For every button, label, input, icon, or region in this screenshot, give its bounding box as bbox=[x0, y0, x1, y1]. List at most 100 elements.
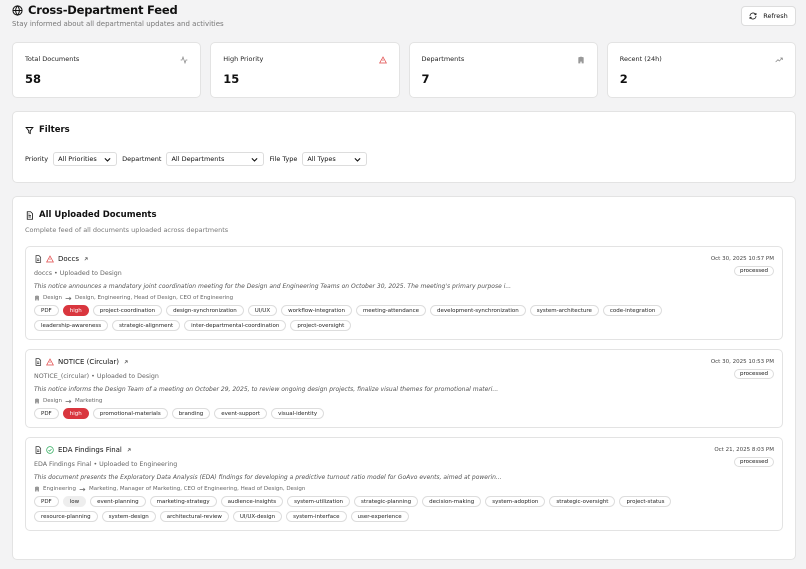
file-icon bbox=[34, 446, 42, 454]
tag: project-coordination bbox=[92, 305, 163, 316]
document-title[interactable]: NOTICE (Circular) bbox=[58, 358, 119, 366]
document-item[interactable]: Doccs doccs • Uploaded to Design This noti… bbox=[25, 246, 783, 340]
documents-card: All Uploaded Documents Complete feed of … bbox=[12, 196, 796, 560]
chevron-down-icon bbox=[103, 155, 112, 164]
filetype-label: File Type bbox=[269, 155, 298, 163]
tag: marketing-strategy bbox=[149, 496, 217, 507]
tag-list: PDF high project-coordination design-synchr… bbox=[34, 305, 734, 331]
activity-icon bbox=[180, 56, 188, 64]
stat-label: High Priority bbox=[223, 55, 264, 63]
document-meta: doccs • Uploaded to Design bbox=[34, 270, 122, 277]
filetype-select-value: All Types bbox=[307, 155, 336, 163]
tag: strategic-planning bbox=[354, 496, 419, 507]
documents-subtitle: Complete feed of all documents uploaded … bbox=[25, 226, 229, 234]
document-title-row: NOTICE (Circular) bbox=[34, 358, 774, 366]
priority-select-value: All Priorities bbox=[58, 155, 97, 163]
document-date: Oct 30, 2025 10:53 PM bbox=[710, 359, 774, 365]
tag: promotional-materials bbox=[92, 408, 168, 419]
priority-label: Priority bbox=[25, 155, 49, 163]
tag: workflow-integration bbox=[281, 305, 352, 316]
stat-value: 7 bbox=[421, 72, 430, 86]
tag: PDF bbox=[34, 305, 59, 316]
route-from: Design bbox=[43, 398, 62, 404]
stat-label: Departments bbox=[421, 55, 465, 63]
check-circle-icon bbox=[46, 446, 54, 454]
department-select-value: All Departments bbox=[171, 155, 225, 163]
arrow-right-icon bbox=[65, 296, 72, 301]
arrow-right-icon bbox=[65, 399, 72, 404]
documents-title: All Uploaded Documents bbox=[39, 210, 157, 220]
alert-triangle-icon bbox=[46, 255, 54, 263]
tag: system-architecture bbox=[529, 305, 599, 316]
tag: UI/UX bbox=[247, 305, 278, 316]
tag: resource-planning bbox=[34, 511, 98, 522]
route-from: Engineering bbox=[43, 486, 76, 492]
tag: architectural-review bbox=[159, 511, 229, 522]
stat-label: Recent (24h) bbox=[619, 55, 662, 63]
building-icon bbox=[34, 295, 40, 301]
tag: branding bbox=[171, 408, 211, 419]
route-to: Marketing bbox=[75, 398, 103, 404]
stat-value: 58 bbox=[25, 72, 42, 86]
route-to: Design, Engineering, Head of Design, CEO… bbox=[75, 295, 234, 301]
document-date: Oct 21, 2025 8:03 PM bbox=[714, 447, 774, 453]
tag: high bbox=[62, 305, 89, 316]
filters-card: Filters Priority All Priorities Departme… bbox=[12, 111, 796, 183]
priority-select[interactable]: All Priorities bbox=[53, 152, 118, 166]
stat-recent: Recent (24h) 2 bbox=[606, 42, 796, 98]
document-meta: EDA Findings Final • Uploaded to Enginee… bbox=[34, 461, 178, 468]
tag: audience-insights bbox=[220, 496, 284, 507]
status-badge: processed bbox=[733, 266, 774, 276]
document-title[interactable]: Doccs bbox=[58, 255, 79, 263]
building-icon bbox=[34, 398, 40, 404]
tag: visual-identity bbox=[271, 408, 325, 419]
tag: project-status bbox=[619, 496, 672, 507]
filetype-select[interactable]: All Types bbox=[302, 152, 368, 166]
document-icon bbox=[25, 210, 34, 220]
tag: system-interface bbox=[286, 511, 347, 522]
tag: event-planning bbox=[90, 496, 146, 507]
external-link-icon[interactable] bbox=[123, 359, 129, 365]
stat-departments: Departments 7 bbox=[408, 42, 598, 98]
tag: low bbox=[62, 496, 87, 507]
tag: PDF bbox=[34, 496, 59, 507]
stat-label: Total Documents bbox=[25, 55, 80, 63]
tag: system-adoption bbox=[485, 496, 546, 507]
refresh-button[interactable]: Refresh bbox=[741, 6, 796, 26]
trending-up-icon bbox=[775, 56, 783, 64]
stat-total-documents: Total Documents 58 bbox=[12, 42, 202, 98]
status-badge: processed bbox=[733, 457, 774, 467]
tag: user-experience bbox=[350, 511, 409, 522]
stat-high-priority: High Priority 15 bbox=[210, 42, 400, 98]
external-link-icon[interactable] bbox=[83, 256, 89, 262]
globe-icon bbox=[12, 4, 23, 16]
page-header: Cross-Department Feed Stay informed abou… bbox=[12, 3, 796, 33]
stat-value: 2 bbox=[619, 72, 628, 86]
route-from: Design bbox=[43, 295, 62, 301]
building-icon bbox=[577, 56, 585, 64]
tag-list: PDF high promotional-materials branding even… bbox=[34, 408, 734, 419]
tag: PDF bbox=[34, 408, 59, 419]
filter-icon bbox=[25, 126, 34, 135]
department-label: Department bbox=[122, 155, 162, 163]
tag: decision-making bbox=[422, 496, 482, 507]
arrow-right-icon bbox=[79, 487, 86, 492]
document-date: Oct 30, 2025 10:57 PM bbox=[710, 256, 774, 262]
chevron-down-icon bbox=[250, 155, 259, 164]
document-item[interactable]: EDA Findings Final EDA Findings Final • U… bbox=[25, 437, 783, 531]
document-item[interactable]: NOTICE (Circular) NOTICE_(circular) • Upl… bbox=[25, 349, 783, 428]
document-meta: NOTICE_(circular) • Uploaded to Design bbox=[34, 373, 159, 380]
department-select[interactable]: All Departments bbox=[166, 152, 265, 166]
stats-row: Total Documents 58 High Priority 15 Depa… bbox=[12, 42, 796, 98]
document-title-row: Doccs bbox=[34, 255, 774, 263]
alert-triangle-icon bbox=[46, 358, 54, 366]
document-route: Design Design, Engineering, Head of Desig… bbox=[34, 295, 774, 301]
document-title[interactable]: EDA Findings Final bbox=[58, 446, 122, 454]
alert-triangle-icon bbox=[378, 56, 387, 64]
external-link-icon[interactable] bbox=[126, 447, 132, 453]
tag: project-oversight bbox=[290, 320, 352, 331]
file-icon bbox=[34, 358, 42, 366]
page-subtitle: Stay informed about all departmental upd… bbox=[12, 20, 224, 28]
document-description: This notice informs the Design Team of a… bbox=[34, 386, 499, 393]
file-icon bbox=[34, 255, 42, 263]
